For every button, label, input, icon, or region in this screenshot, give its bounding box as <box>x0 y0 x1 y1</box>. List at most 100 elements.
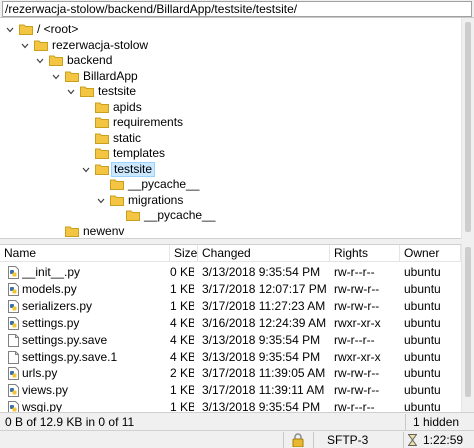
folder-icon <box>110 194 124 206</box>
column-header-name[interactable]: Name <box>0 245 170 262</box>
tree-item-label: migrations <box>128 192 184 207</box>
folder-icon <box>95 163 109 175</box>
path-field[interactable]: /rezerwacja-stolow/backend/BillardApp/te… <box>2 1 472 17</box>
file-name: wsgi.py <box>22 400 63 412</box>
tree-item-label: newenv <box>83 223 125 238</box>
file-rights: rwxr-xr-x <box>334 349 381 364</box>
file-owner: ubuntu <box>404 366 441 381</box>
column-header-changed[interactable]: Changed <box>198 245 330 262</box>
lock-icon <box>292 433 306 448</box>
file-list-scrollbar[interactable] <box>461 244 474 412</box>
file-changed: 3/17/2018 12:07:17 PM <box>202 281 327 296</box>
tree-item-label: rezerwacja-stolow <box>52 37 149 52</box>
collapse-chevron-icon[interactable] <box>21 42 29 50</box>
file-list[interactable]: Name Size Changed Rights Owner __init__.… <box>0 244 474 412</box>
document-icon <box>8 350 19 364</box>
column-header-owner[interactable]: Owner <box>400 245 461 262</box>
python-file-icon <box>8 367 19 381</box>
file-row[interactable]: settings.py.save.1 4 KB 3/13/2018 9:35:54 … <box>0 349 461 365</box>
file-row[interactable]: wsgi.py 1 KB 3/13/2018 9:35:54 PM rw-r--r--… <box>0 399 461 412</box>
file-owner: ubuntu <box>404 298 441 313</box>
tree-item[interactable]: apids <box>0 100 460 115</box>
file-rights: rw-rw-r-- <box>334 298 380 313</box>
collapse-chevron-icon[interactable] <box>67 88 75 96</box>
file-name: urls.py <box>22 366 58 381</box>
collapse-chevron-icon[interactable] <box>97 197 105 205</box>
file-size: 4 KB <box>170 349 194 364</box>
tree-item[interactable]: requirements <box>0 115 460 130</box>
folder-icon <box>65 70 79 82</box>
python-file-icon <box>8 266 19 279</box>
file-row[interactable]: models.py 1 KB 3/17/2018 12:07:17 PM rw-rw-… <box>0 281 461 297</box>
hidden-count: 1 hidden <box>413 415 460 429</box>
column-header-size[interactable]: Size <box>170 245 198 262</box>
folder-icon <box>49 54 63 66</box>
tree-scrollbar[interactable] <box>461 18 474 239</box>
tree-item[interactable]: rezerwacja-stolow <box>0 38 460 53</box>
file-name: serializers.py <box>22 298 93 313</box>
file-rights: rw-rw-r-- <box>334 281 380 296</box>
file-row[interactable]: serializers.py 1 KB 3/17/2018 11:27:23 AM r… <box>0 298 461 314</box>
status-divider <box>405 414 406 430</box>
tree-item-label: testsite <box>98 84 137 98</box>
file-rights: rw-rw-r-- <box>334 383 380 398</box>
tree-item-label: templates <box>113 146 166 160</box>
file-list-scrollbar-thumb[interactable] <box>465 247 471 397</box>
tree-item[interactable]: __pycache__ <box>0 208 460 223</box>
file-size: 2 KB <box>170 366 194 381</box>
folder-icon <box>126 209 140 221</box>
file-name: views.py <box>22 383 69 398</box>
python-file-icon <box>8 299 19 313</box>
tree-item[interactable]: testsite <box>0 84 460 99</box>
tree-item[interactable]: backend <box>0 53 460 68</box>
file-rights: rw-r--r-- <box>334 332 375 347</box>
tree-item[interactable]: static <box>0 131 460 146</box>
path-bar: /rezerwacja-stolow/backend/BillardApp/te… <box>0 0 474 18</box>
tree-item[interactable]: BillardApp <box>0 69 460 84</box>
file-changed: 3/13/2018 9:35:54 PM <box>202 265 321 279</box>
file-owner: ubuntu <box>404 383 441 398</box>
collapse-chevron-icon[interactable] <box>6 26 14 34</box>
file-changed: 3/13/2018 9:35:54 PM <box>202 332 321 347</box>
file-rights: rwxr-xr-x <box>334 315 381 330</box>
folder-icon <box>95 101 109 113</box>
file-changed: 3/13/2018 9:35:54 PM <box>202 400 321 412</box>
file-changed: 3/17/2018 11:39:11 AM <box>202 383 325 398</box>
collapse-chevron-icon[interactable] <box>82 166 90 174</box>
collapse-chevron-icon[interactable] <box>52 73 60 81</box>
file-owner: ubuntu <box>404 349 441 364</box>
file-row[interactable]: views.py 1 KB 3/17/2018 11:39:11 AM rw-rw-r… <box>0 382 461 398</box>
directory-tree[interactable]: / <root> rezerwacja-stolow backend BillardA… <box>0 18 474 239</box>
tree-item-label: testsite <box>111 161 156 177</box>
connection-status-bar: SFTP-3 1:22:59 <box>0 430 474 448</box>
tree-item[interactable]: migrations <box>0 193 460 208</box>
file-row[interactable]: settings.py 4 KB 3/16/2018 12:24:39 AM rwxr… <box>0 315 461 331</box>
file-size: 1 KB <box>170 298 194 313</box>
tree-scrollbar-thumb[interactable] <box>465 22 471 232</box>
file-name: __init__.py <box>22 265 81 279</box>
folder-icon <box>95 132 109 144</box>
file-row[interactable]: settings.py.save 4 KB 3/13/2018 9:35:54 PM… <box>0 332 461 348</box>
tree-item[interactable]: / <root> <box>0 22 460 37</box>
document-icon <box>8 333 19 347</box>
folder-icon <box>34 39 48 51</box>
tree-item[interactable]: newenv <box>0 224 460 239</box>
python-file-icon <box>8 384 19 398</box>
file-changed: 3/16/2018 12:24:39 AM <box>202 315 327 330</box>
python-file-icon <box>8 401 19 412</box>
tree-item[interactable]: templates <box>0 146 460 161</box>
file-row[interactable]: urls.py 2 KB 3/17/2018 11:39:05 AM rw-rw-r-… <box>0 365 461 381</box>
file-owner: ubuntu <box>404 281 441 296</box>
column-header-rights[interactable]: Rights <box>330 245 400 262</box>
hourglass-icon <box>407 434 418 448</box>
folder-icon <box>110 178 124 190</box>
selection-summary: 0 B of 12.9 KB in 0 of 11 <box>5 415 135 429</box>
tree-item[interactable]: testsite <box>0 161 460 177</box>
file-rights: rw-rw-r-- <box>334 366 380 381</box>
file-rights: rw-r--r-- <box>334 400 375 412</box>
tree-item[interactable]: __pycache__ <box>0 177 460 192</box>
file-row[interactable]: __init__.py 0 KB 3/13/2018 9:35:54 PM rw-r-… <box>0 264 461 280</box>
file-owner: ubuntu <box>404 332 441 347</box>
collapse-chevron-icon[interactable] <box>36 57 44 65</box>
file-name: settings.py <box>22 315 80 330</box>
